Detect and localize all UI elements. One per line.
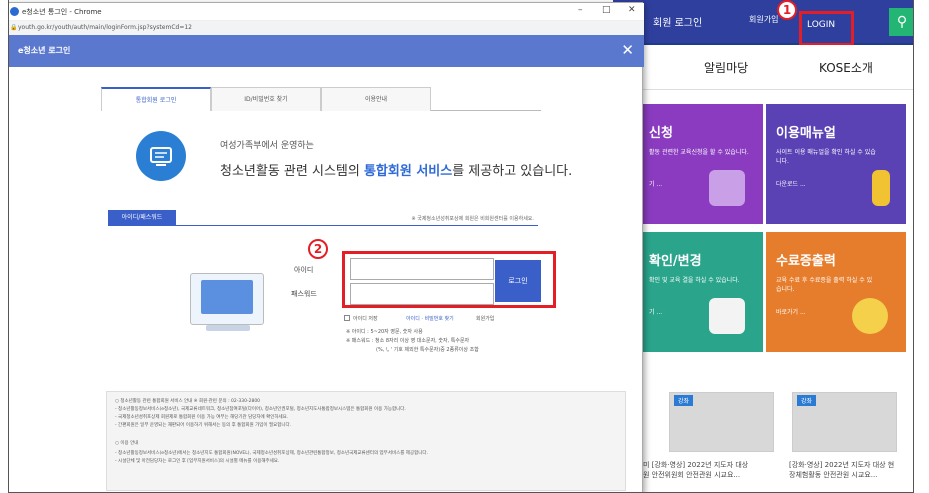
window-close-button[interactable]: ✕	[628, 5, 636, 15]
signup-link[interactable]: 회원가입	[749, 14, 778, 25]
tile-title: 확인/변경	[649, 254, 702, 269]
tile-text: 확인 및 교육 결을 하실 수 있습니다.	[649, 277, 740, 284]
popup-title: e청소년 로그인	[18, 46, 71, 55]
tile-text: 교육 수료 후 수료증을 출력 하실 수 있습니다.	[776, 277, 873, 293]
tile-more: 바로가기 ...	[776, 309, 806, 316]
join-link[interactable]: 회원가입	[476, 315, 494, 322]
notice-line: ○ 이용 안내	[115, 441, 139, 446]
lecture-thumbnail[interactable]: 강좌	[669, 392, 774, 452]
login-popup-window: e청소년 통그인 - Chrome – □ ✕ 🔒 youth.go.kr/yo…	[9, 2, 644, 492]
nav-notice-board[interactable]: 알림마당	[704, 59, 748, 76]
nav-about[interactable]: KOSE소개	[819, 59, 873, 76]
password-label: 패스워드	[291, 290, 317, 298]
notice-line: - 청소년활동정보서비스(e청소년), 국제교류네트워크, 청소년참여포털(다이…	[115, 407, 406, 412]
site-header-bar: 회원 로그인 회원가입	[613, 0, 913, 43]
section-divider	[108, 225, 538, 226]
intro-subtitle: 여성가족부에서 운영하는	[220, 141, 314, 151]
chrome-app-icon	[10, 7, 19, 16]
tab-integrated-login[interactable]: 통합회원 로그인	[101, 87, 211, 111]
checklist-illustration-icon	[709, 298, 745, 334]
step-badge-2: 2	[308, 239, 328, 259]
intro-highlight: 통합회원 서비스	[363, 164, 453, 179]
lecture-tag: 강좌	[797, 395, 817, 406]
login-tabs: 통합회원 로그인 ID/비밀번호 찾기 이용안내	[101, 87, 541, 111]
lecture-tag: 강좌	[674, 395, 694, 406]
password-hint-2: (%, \, ' 기호 제외한 특수문자)중 2종류이상 조합	[376, 347, 479, 353]
tile-more: 기 ...	[649, 181, 663, 188]
intro-suffix: 를 제공하고 있습니다.	[452, 164, 573, 179]
medal-illustration-icon	[852, 298, 888, 334]
section-note: ※ 국제청소년성취포상제 회원은 비회원센터를 이용하세요.	[411, 216, 534, 222]
popup-header: e청소년 로그인 ✕	[9, 35, 644, 67]
apply-illustration-icon	[709, 170, 745, 206]
login-form-highlight-box	[342, 251, 556, 308]
password-hint: ※ 패스워드 : 청소 8자리 이상 영 대소문자, 숫자, 특수문자	[346, 338, 470, 344]
tile-title: 이용매뉴얼	[776, 126, 836, 141]
close-icon[interactable]: ✕	[621, 41, 634, 59]
intro-title: 청소년활동 관련 시스템의 통합회원 서비스를 제공하고 있습니다.	[220, 160, 572, 179]
tile-title: 신청	[649, 126, 673, 141]
tile-title: 수료증출력	[776, 254, 836, 269]
notice-line: - 국제청소년성취포상제 회원제로 통합회원 이용 가능 여부는 해당기관 담당…	[115, 415, 289, 420]
tile-confirm-change[interactable]: 확인/변경 확인 및 교육 결을 하실 수 있습니다. 기 ...	[639, 232, 763, 352]
id-hint: ※ 아이디 : 5~20자 영문, 숫자 사용	[346, 329, 423, 335]
tile-certificate[interactable]: 수료증출력 교육 수료 후 수료증을 출력 하실 수 있습니다. 바로가기 ..…	[766, 232, 906, 352]
id-password-section-tab[interactable]: 아이디/패스워드	[108, 210, 176, 226]
chrome-title-bar: e청소년 통그인 - Chrome – □ ✕	[9, 3, 644, 21]
search-icon[interactable]: ⚲	[889, 8, 913, 36]
notice-panel: ○ 청소년활동 관련 통합회원 서비스 안내 ※ 회원·관련 문의 : 02-3…	[106, 391, 626, 491]
window-title: e청소년 통그인 - Chrome	[22, 8, 102, 16]
login-link[interactable]: LOGIN	[807, 20, 835, 30]
manual-illustration-icon	[872, 170, 890, 206]
tile-manual[interactable]: 이용매뉴얼 사이트 이용 매뉴얼을 확인 하실 수 있습니다. 다운로드 ...	[766, 104, 906, 224]
lecture-caption[interactable]: 미 [강화·영상] 2022년 지도자 대상 원 안전위원회 안전관원 시교요.…	[643, 460, 753, 480]
find-id-password-link[interactable]: 아이디 · 비밀번호 찾기	[406, 315, 454, 322]
save-id-label: 아이디 저장	[353, 316, 378, 322]
computer-screen	[201, 280, 253, 314]
notice-line: - 청소년활동정보서비스(e청소년)에서는 청소년지도 통합회원(NOVEL),…	[115, 451, 428, 456]
lecture-caption[interactable]: [강화·영상] 2022년 지도자 대상 현장체험활동 안전관원 시교요...	[789, 460, 899, 480]
intro-prefix: 청소년활동 관련 시스템의	[220, 164, 364, 179]
notice-line: ○ 청소년활동 관련 통합회원 서비스 안내 ※ 회원·관련 문의 : 02-3…	[115, 399, 261, 404]
lecture-thumbnail[interactable]: 강좌	[792, 392, 897, 452]
url-text[interactable]: youth.go.kr/youth/auth/main/loginForm.js…	[18, 24, 192, 31]
tile-more: 다운로드 ...	[776, 181, 806, 188]
member-login-link[interactable]: 회원 로그인	[653, 14, 702, 29]
maximize-button[interactable]: □	[602, 5, 611, 15]
id-label: 아이디	[294, 266, 314, 274]
notice-line: - 시설단체 및 아전담당자는 로그인 후 [업무지원서비스]의 시설별 메뉴를…	[115, 459, 280, 464]
computer-illustration-icon	[190, 273, 264, 325]
minimize-button[interactable]: –	[578, 5, 583, 15]
id-card-icon	[136, 131, 186, 181]
browser-frame: 회원 로그인 회원가입 LOGIN ⚲ 1 알림마당 KOSE소개 신청 활동 …	[8, 0, 914, 493]
address-bar[interactable]: 🔒 youth.go.kr/youth/auth/main/loginForm.…	[9, 21, 644, 35]
tile-more: 기 ...	[649, 309, 663, 316]
computer-stand	[206, 325, 250, 331]
tile-apply[interactable]: 신청 활동 관련한 교육신청을 할 수 있습니다. 기 ...	[639, 104, 763, 224]
step-badge-1: 1	[777, 0, 797, 20]
tile-text: 사이트 이용 매뉴얼을 확인 하실 수 있습니다.	[776, 149, 876, 165]
lock-icon: 🔒	[10, 24, 18, 31]
notice-line: - 간편회원은 일부 운영되는 재판되어 이용하기 위해서는 동의 후 통합회원…	[115, 423, 292, 428]
tab-usage-guide[interactable]: 이용안내	[321, 87, 431, 111]
save-id-checkbox[interactable]	[344, 315, 350, 321]
tile-text: 활동 관련한 교육신청을 할 수 있습니다.	[649, 149, 749, 156]
tab-find-id-password[interactable]: ID/비밀번호 찾기	[211, 87, 321, 111]
